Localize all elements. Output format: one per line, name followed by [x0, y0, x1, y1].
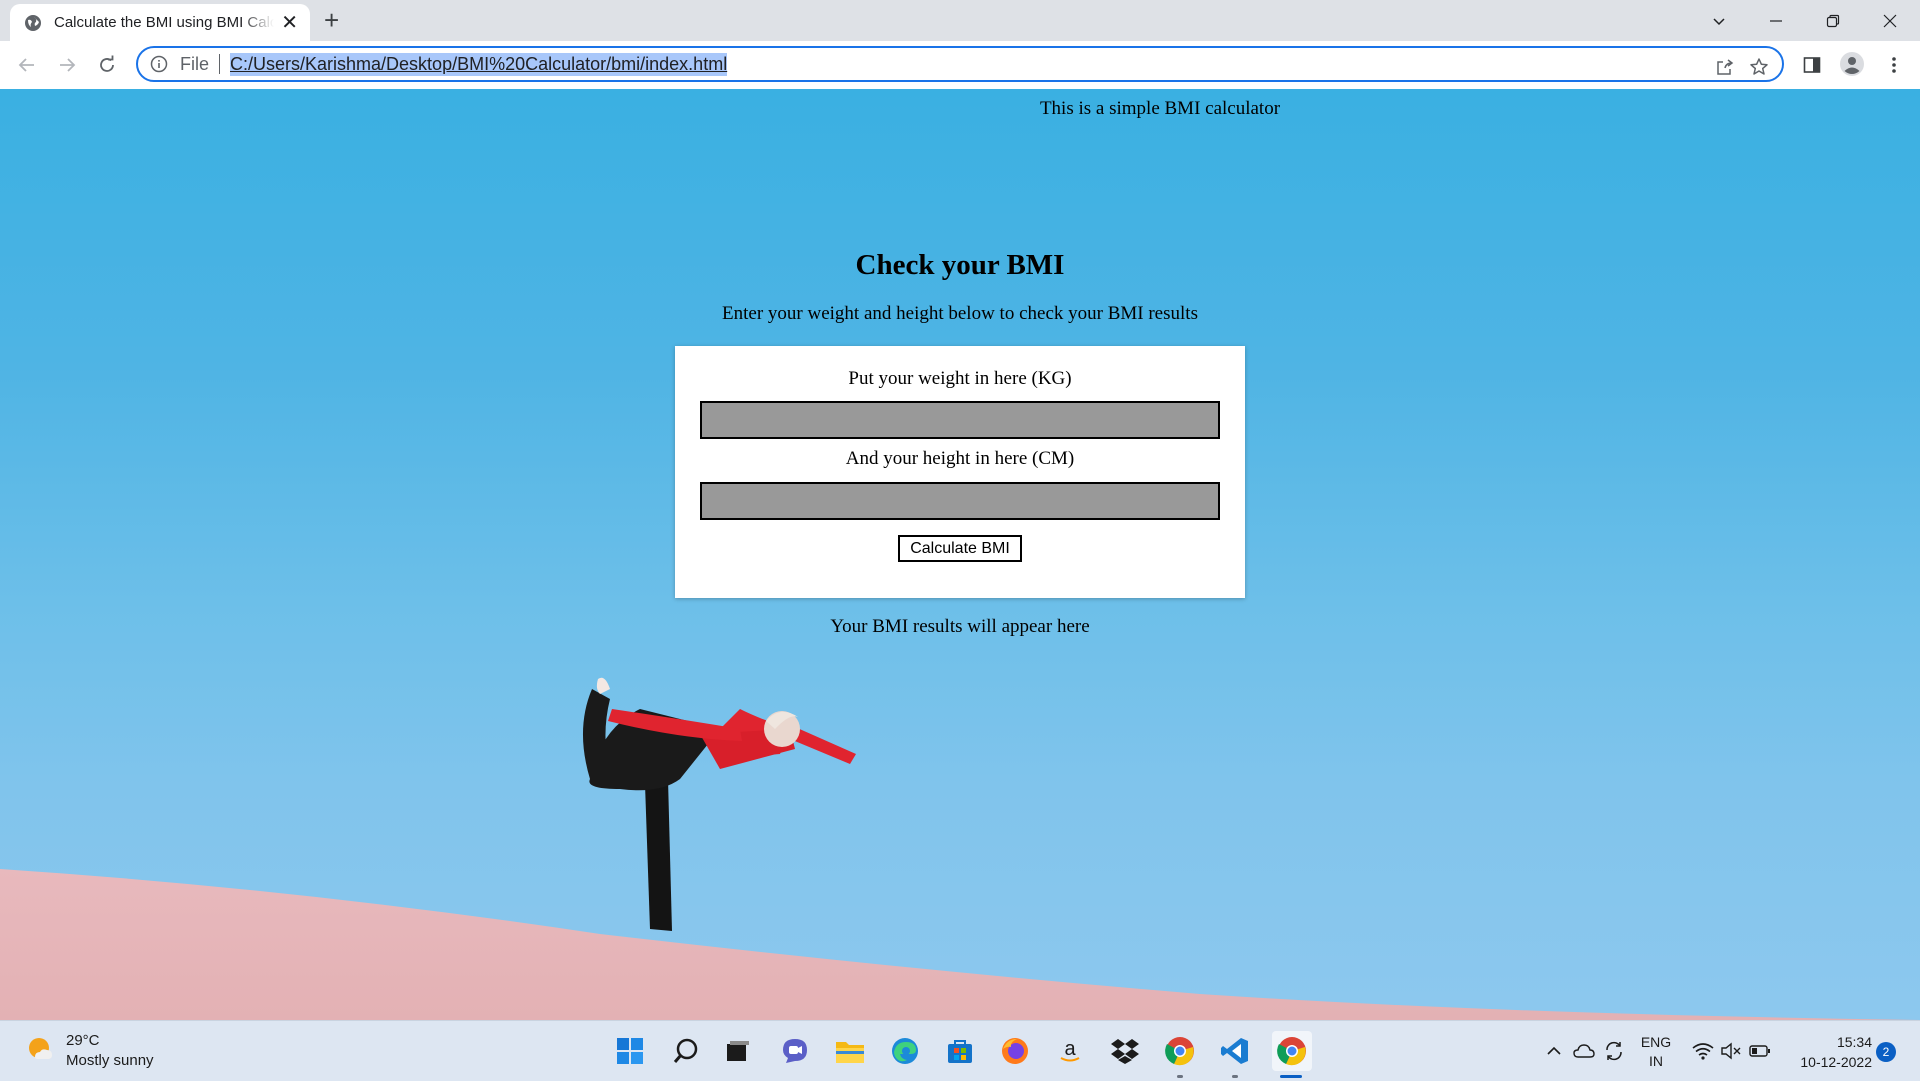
sun-cloud-icon	[26, 1035, 54, 1068]
sync-icon[interactable]	[1600, 1021, 1628, 1081]
globe-icon	[24, 14, 42, 32]
bmi-form-card: Put your weight in here (KG) And your he…	[675, 346, 1245, 598]
browser-toolbar: File C:/Users/Karishma/Desktop/BMI%20Cal…	[0, 41, 1920, 90]
address-divider	[219, 54, 221, 74]
teams-chat-icon[interactable]	[777, 1033, 813, 1069]
vscode-icon[interactable]	[1217, 1033, 1253, 1069]
weather-condition: Mostly sunny	[66, 1052, 154, 1069]
close-tab-icon[interactable]: ✕	[281, 13, 298, 33]
show-hidden-icons-chevron-icon[interactable]	[1542, 1021, 1566, 1081]
task-view-icon[interactable]	[719, 1033, 755, 1069]
reload-icon[interactable]	[92, 50, 122, 80]
weather-widget[interactable]: 29°C Mostly sunny	[26, 1031, 154, 1071]
amazon-icon[interactable]: a	[1052, 1033, 1088, 1069]
bookmark-star-icon[interactable]	[1748, 56, 1770, 78]
running-indicator	[1177, 1075, 1183, 1078]
file-explorer-icon[interactable]	[832, 1033, 868, 1069]
new-tab-button[interactable]: +	[324, 7, 339, 33]
active-app-indicator	[1280, 1075, 1302, 1078]
language-code: ENG	[1640, 1034, 1672, 1050]
forward-arrow-icon[interactable]	[52, 50, 82, 80]
wifi-icon[interactable]	[1690, 1021, 1716, 1081]
firefox-icon[interactable]	[997, 1033, 1033, 1069]
weight-input[interactable]	[700, 401, 1220, 439]
tab-strip: Calculate the BMI using BMI Calculator ✕…	[0, 0, 1920, 41]
back-arrow-icon[interactable]	[12, 50, 42, 80]
address-bar[interactable]: File C:/Users/Karishma/Desktop/BMI%20Cal…	[136, 46, 1784, 82]
yoga-figure	[582, 677, 856, 931]
clock-date: 10-12-2022	[1800, 1054, 1872, 1070]
info-icon[interactable]	[150, 55, 168, 73]
volume-muted-icon[interactable]	[1718, 1021, 1744, 1081]
menu-kebab-icon[interactable]	[1882, 53, 1906, 77]
chrome-icon[interactable]	[1162, 1033, 1198, 1069]
tab-title: Calculate the BMI using BMI Calculator	[54, 14, 274, 31]
chrome-active-icon[interactable]	[1272, 1031, 1312, 1071]
calculate-bmi-button[interactable]: Calculate BMI	[898, 535, 1022, 562]
edge-icon[interactable]	[887, 1033, 923, 1069]
profile-avatar-icon[interactable]	[1840, 52, 1864, 76]
page-viewport: This is a simple BMI calculator Check yo…	[0, 89, 1920, 1020]
scheme-label: File	[180, 53, 210, 74]
browser-tab[interactable]: Calculate the BMI using BMI Calculator ✕	[10, 4, 310, 41]
tab-search-chevron-icon[interactable]	[1691, 0, 1747, 41]
close-window-icon[interactable]	[1862, 0, 1918, 41]
minimize-icon[interactable]	[1748, 0, 1804, 41]
svg-text:a: a	[1064, 1038, 1076, 1060]
restore-icon[interactable]	[1805, 0, 1861, 41]
page-subtitle: Enter your weight and height below to ch…	[722, 303, 1198, 324]
system-clock[interactable]: 15:34 10-12-2022	[1782, 1032, 1872, 1072]
windows-taskbar: 29°C Mostly sunny a ENG IN 15:34 10-12-2…	[0, 1020, 1920, 1081]
running-indicator	[1232, 1075, 1238, 1078]
region-code: IN	[1649, 1053, 1663, 1069]
url-text[interactable]: C:/Users/Karishma/Desktop/BMI%20Calculat…	[230, 52, 728, 76]
height-label: And your height in here (CM)	[845, 448, 1075, 469]
clock-time: 15:34	[1836, 1034, 1872, 1050]
windows-start-icon[interactable]	[612, 1033, 648, 1069]
weight-label: Put your weight in here (KG)	[848, 368, 1072, 389]
bmi-result-text: Your BMI results will appear here	[830, 616, 1090, 637]
notification-badge[interactable]: 2	[1876, 1042, 1896, 1062]
language-indicator[interactable]: ENG IN	[1638, 1033, 1674, 1071]
battery-icon[interactable]	[1746, 1021, 1774, 1081]
side-panel-icon[interactable]	[1800, 53, 1824, 77]
dropbox-icon[interactable]	[1107, 1033, 1143, 1069]
page-title: Check your BMI	[855, 249, 1065, 281]
microsoft-store-icon[interactable]	[942, 1033, 978, 1069]
intro-text: This is a simple BMI calculator	[1039, 98, 1281, 119]
weather-temp: 29°C	[66, 1032, 100, 1049]
height-input[interactable]	[700, 482, 1220, 520]
search-icon[interactable]	[668, 1033, 704, 1069]
share-icon[interactable]	[1714, 56, 1736, 78]
onedrive-cloud-icon[interactable]	[1570, 1021, 1598, 1081]
